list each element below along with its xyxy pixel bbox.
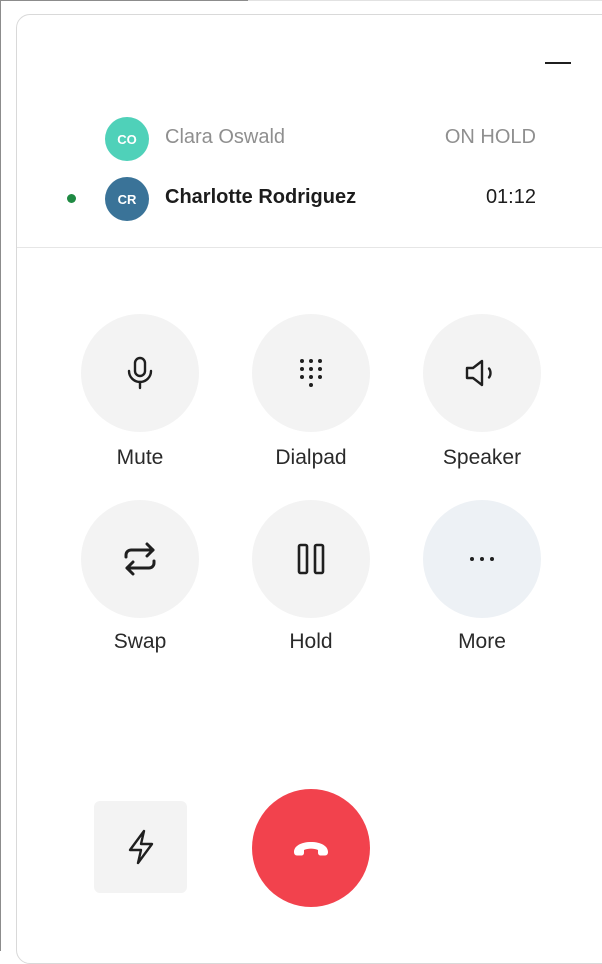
speaker-label: Speaker	[442, 446, 522, 469]
hold-label: Hold	[289, 630, 333, 653]
avatar-initials: CO	[117, 131, 137, 147]
dialpad-icon	[298, 358, 324, 388]
avatar: CR	[105, 177, 149, 221]
more-button[interactable]	[423, 500, 541, 618]
dialpad-label: Dialpad	[275, 446, 347, 469]
hold-button[interactable]	[252, 500, 370, 618]
call-status: ON HOLD	[444, 126, 536, 148]
caller-name: Charlotte Rodriguez	[165, 186, 357, 208]
call-timer: 01:12	[485, 186, 536, 208]
swap-button[interactable]	[81, 500, 199, 618]
window-edge-top	[0, 0, 248, 1]
divider	[17, 247, 602, 248]
quick-action-button[interactable]	[94, 801, 187, 893]
avatar-initials: CR	[117, 191, 137, 207]
call-row-active[interactable]: CR Charlotte Rodriguez 01:12	[0, 177, 602, 221]
caller-name: Clara Oswald	[165, 126, 286, 148]
swap-label: Swap	[113, 630, 167, 653]
mute-button[interactable]	[81, 314, 199, 432]
window-edge-top-light	[248, 0, 602, 1]
mute-label: Mute	[116, 446, 164, 469]
more-label: More	[458, 630, 506, 653]
swap-icon	[121, 542, 159, 576]
dialpad-button[interactable]	[252, 314, 370, 432]
lightning-icon	[127, 829, 155, 865]
ellipsis-icon	[469, 556, 495, 562]
pause-icon	[296, 543, 326, 575]
avatar: CO	[105, 117, 149, 161]
minimize-icon	[545, 62, 571, 64]
hang-up-phone-icon	[292, 839, 330, 857]
call-row-held[interactable]: CO Clara Oswald ON HOLD	[0, 117, 602, 161]
hang-up-button[interactable]	[252, 789, 370, 907]
speaker-button[interactable]	[423, 314, 541, 432]
speaker-icon	[464, 358, 500, 388]
microphone-icon	[124, 356, 156, 390]
